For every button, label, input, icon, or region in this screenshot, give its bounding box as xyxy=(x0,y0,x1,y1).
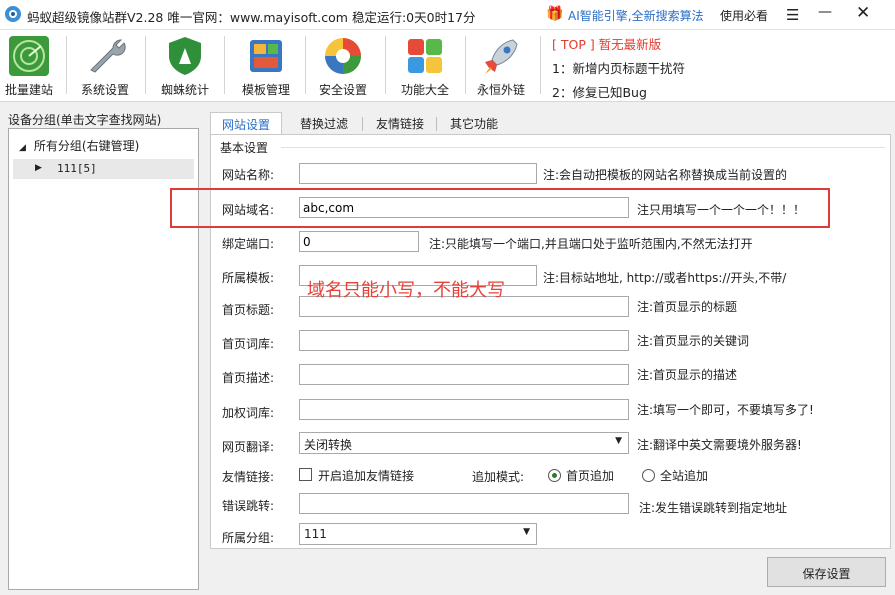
translate-select[interactable]: 关闭转换 ▼ xyxy=(299,432,629,454)
help-link[interactable]: 使用必看 xyxy=(720,7,768,24)
translate-label: 网页翻译: xyxy=(222,440,275,454)
bind-port-input[interactable] xyxy=(299,231,419,252)
gift-icon[interactable]: 🎁 xyxy=(546,6,563,22)
translate-note: 注:翻译中英文需要境外服务器! xyxy=(637,438,802,452)
toolbar: 批量建站 系统设置 蜘蛛统计 模板管理 安全设置 功能大全 永恒外链 [TOP… xyxy=(0,30,895,102)
dropdown-caret-icon: ▼ xyxy=(523,527,530,537)
toolbar-permanent-links[interactable]: 永恒外链 xyxy=(466,32,536,98)
home-title-note: 注:首页显示的标题 xyxy=(637,300,738,314)
close-button[interactable]: ✕ xyxy=(856,3,870,23)
spider-shield-icon xyxy=(169,37,201,75)
home-desc-note: 注:首页显示的描述 xyxy=(637,368,738,382)
collapse-arrow-icon[interactable]: ▶ xyxy=(35,163,42,173)
save-settings-button[interactable]: 保存设置 xyxy=(767,557,886,587)
radio-site-append[interactable] xyxy=(642,469,655,482)
toolbar-batch-build[interactable]: 批量建站 xyxy=(0,32,64,98)
title-bar: 蚂蚁超级镜像站群V2.28 唯一官网：www.mayisoft.com 稳定运行… xyxy=(0,0,895,30)
error-redirect-label: 错误跳转: xyxy=(222,499,275,513)
security-icon xyxy=(325,38,361,74)
menu-icon[interactable]: ☰ xyxy=(786,6,799,24)
window-title: 蚂蚁超级镜像站群V2.28 唯一官网：www.mayisoft.com 稳定运行… xyxy=(27,10,476,25)
home-title-label: 首页标题: xyxy=(222,303,275,317)
error-redirect-note: 注:发生错误跳转到指定地址 xyxy=(639,501,788,515)
site-name-input[interactable] xyxy=(299,163,537,184)
device-group-label: 设备分组(单击文字查找网站) xyxy=(8,113,162,127)
tree-item-111[interactable]: ▶ 111[5] xyxy=(13,159,194,179)
toolbar-security-settings[interactable]: 安全设置 xyxy=(308,32,378,98)
minimize-button[interactable]: — xyxy=(818,4,832,20)
app-logo-icon xyxy=(5,6,21,22)
toolbar-template-manage[interactable]: 模板管理 xyxy=(231,32,301,98)
weight-words-label: 加权词库: xyxy=(222,406,275,420)
append-mode-label: 追加模式: xyxy=(472,470,525,484)
template-label: 所属模板: xyxy=(222,271,275,285)
friend-link-label: 友情链接: xyxy=(222,470,275,484)
group-select[interactable]: 111 ▼ xyxy=(299,523,537,545)
domain-highlight-box xyxy=(170,188,830,228)
group-select-label: 所属分组: xyxy=(222,531,275,545)
news-line: 1：新增内页标题干扰符 xyxy=(552,61,685,76)
error-redirect-input[interactable] xyxy=(299,493,629,514)
site-name-note: 注:会自动把模板的网站名称替换成当前设置的 xyxy=(543,168,788,182)
toolbar-spider-stats[interactable]: 蜘蛛统计 xyxy=(150,32,220,98)
radio-home-append[interactable] xyxy=(548,469,561,482)
tab-other-functions[interactable]: 其它功能 xyxy=(442,112,506,134)
dropdown-caret-icon: ▼ xyxy=(615,436,622,446)
news-title[interactable]: [ TOP ] 暂无最新版 xyxy=(552,34,882,53)
tab-site-settings[interactable]: 网站设置 xyxy=(210,112,282,135)
radio-site-append-label[interactable]: 全站追加 xyxy=(660,467,708,484)
weight-words-note: 注:填写一个即可，不要填写多了! xyxy=(637,403,814,417)
news-line: 2：修复已知Bug xyxy=(552,85,647,100)
home-desc-input[interactable] xyxy=(299,364,629,385)
append-friend-link-checkbox[interactable] xyxy=(299,468,312,481)
rocket-icon xyxy=(485,39,518,74)
bind-port-note: 注:只能填写一个端口,并且端口处于监听范围内,不然无法打开 xyxy=(429,237,753,251)
home-keywords-input[interactable] xyxy=(299,330,629,351)
weight-words-input[interactable] xyxy=(299,399,629,420)
toolbar-all-functions[interactable]: 功能大全 xyxy=(390,32,460,98)
wrench-icon xyxy=(90,39,126,73)
group-basic-settings: 基本设置 xyxy=(220,141,269,155)
site-name-label: 网站名称: xyxy=(222,168,275,182)
template-note: 注:目标站地址, http://或者https://开头,不带/ xyxy=(543,271,787,285)
domain-annotation: 域名只能小写，不能大写 xyxy=(307,280,505,301)
tiles-icon xyxy=(408,39,442,73)
ai-engine-link[interactable]: AI智能引擎,全新搜索算法 xyxy=(568,7,704,24)
tab-friend-links[interactable]: 友情链接 xyxy=(368,112,432,134)
toolbar-system-settings[interactable]: 系统设置 xyxy=(70,32,140,98)
bind-port-label: 绑定端口: xyxy=(222,237,275,251)
radar-icon xyxy=(9,36,49,76)
tab-replace-filter[interactable]: 替换过滤 xyxy=(292,112,356,134)
radio-home-append-label[interactable]: 首页追加 xyxy=(566,467,614,484)
tree-root-all-groups[interactable]: ◢ 所有分组(右键管理) xyxy=(19,137,139,154)
append-friend-link-text[interactable]: 开启追加友情链接 xyxy=(318,467,414,484)
news-panel: [ TOP ] 暂无最新版 1：新增内页标题干扰符 2：修复已知Bug xyxy=(552,34,882,101)
home-desc-label: 首页描述: xyxy=(222,371,275,385)
template-icon xyxy=(250,40,282,72)
expand-arrow-icon[interactable]: ◢ xyxy=(19,143,26,153)
home-keywords-note: 注:首页显示的关键词 xyxy=(637,334,750,348)
home-keywords-label: 首页词库: xyxy=(222,337,275,351)
